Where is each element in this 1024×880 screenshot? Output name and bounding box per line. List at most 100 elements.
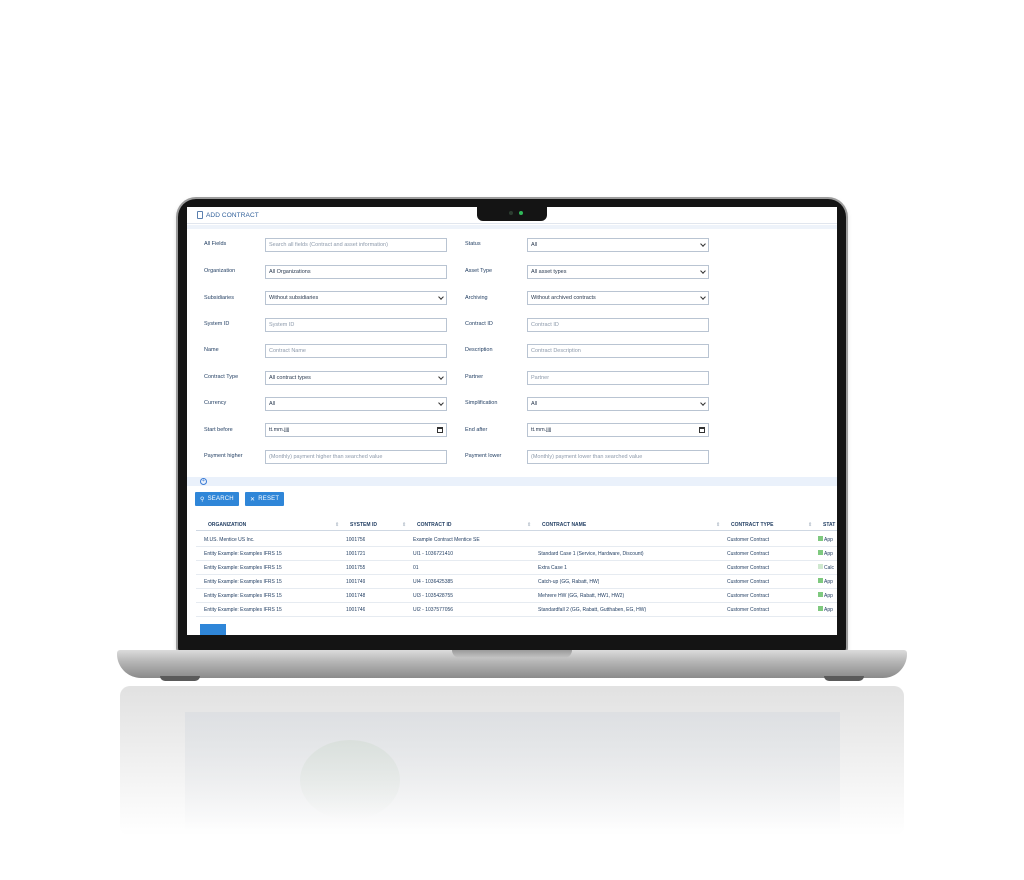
- chevron-down-icon: [700, 400, 706, 406]
- sort-icon[interactable]: ⇕: [808, 522, 812, 528]
- all-fields-label: All Fields: [204, 241, 227, 247]
- end-after-value: tt.mm.jjjj: [531, 427, 552, 433]
- chevron-down-icon: [700, 241, 706, 247]
- cell-system-id[interactable]: 1001749: [346, 579, 365, 585]
- cell-contract-name: Standard Case 1 (Service, Hardware, Disc…: [538, 551, 644, 557]
- sort-icon[interactable]: ⇕: [716, 522, 720, 528]
- start-before-label: Start before: [204, 427, 233, 433]
- camera-notch: [477, 207, 547, 221]
- search-button[interactable]: ⚲ SEARCH: [195, 492, 239, 506]
- page-size-selector[interactable]: [200, 624, 226, 635]
- status-select[interactable]: All: [527, 238, 709, 252]
- cell-contract-name: Catch-up (GG, Rabatt, HW): [538, 579, 600, 585]
- organization-label: Organization: [204, 268, 236, 274]
- start-before-date[interactable]: tt.mm.jjjj: [265, 423, 447, 437]
- name-input[interactable]: Contract Name: [265, 344, 447, 358]
- partner-placeholder: Partner: [531, 375, 550, 381]
- payment-lower-placeholder: (Monthly) payment lower than searched va…: [531, 454, 643, 460]
- camera-light-icon: [519, 211, 523, 215]
- asset-type-select[interactable]: All asset types: [527, 265, 709, 279]
- table-row[interactable]: Entity Example: Examples IFRS 15 1001746…: [196, 603, 837, 617]
- status-indicator: [818, 550, 823, 555]
- cell-contract-name: Extra Case 1: [538, 565, 567, 571]
- simplification-label: Simplification: [465, 400, 498, 406]
- description-input[interactable]: Contract Description: [527, 344, 709, 358]
- search-icon: ⚲: [200, 496, 205, 503]
- status-indicator: [818, 606, 823, 611]
- table-row[interactable]: Entity Example: Examples IFRS 15 1001755…: [196, 561, 837, 575]
- advanced-filter-bar: [187, 477, 837, 486]
- cell-organization: Entity Example: Examples IFRS 15: [204, 579, 282, 585]
- organization-select[interactable]: All Organizations: [265, 265, 447, 279]
- cell-contract-id: UI1 - 1036721410: [413, 551, 454, 557]
- cell-organization: Entity Example: Examples IFRS 15: [204, 551, 282, 557]
- calendar-icon[interactable]: [699, 427, 705, 433]
- screen-bezel-bottom: [187, 635, 837, 650]
- payment-lower-label: Payment lower: [465, 453, 502, 459]
- archiving-select[interactable]: Without archived contracts: [527, 291, 709, 305]
- system-id-input[interactable]: System ID: [265, 318, 447, 332]
- sort-icon[interactable]: ⇕: [402, 522, 406, 528]
- column-contract-name[interactable]: CONTRACT NAME: [542, 522, 586, 528]
- simplification-select[interactable]: All: [527, 397, 709, 411]
- column-contract-id[interactable]: CONTRACT ID: [417, 522, 451, 528]
- partner-input[interactable]: Partner: [527, 371, 709, 385]
- cell-status: App: [824, 551, 833, 557]
- reset-button[interactable]: ✕ RESET: [245, 492, 285, 506]
- contract-id-placeholder: Contract ID: [531, 322, 559, 328]
- currency-select[interactable]: All: [265, 397, 447, 411]
- end-after-date[interactable]: tt.mm.jjjj: [527, 423, 709, 437]
- name-placeholder: Contract Name: [269, 348, 306, 354]
- column-status[interactable]: STAT: [823, 522, 835, 528]
- sort-icon[interactable]: ⇕: [527, 522, 531, 528]
- cell-system-id[interactable]: 1001748: [346, 593, 365, 599]
- cell-status: App: [824, 593, 833, 599]
- cell-system-id[interactable]: 1001756: [346, 537, 365, 543]
- asset-type-label: Asset Type: [465, 268, 493, 274]
- cell-contract-id: UI4 - 1036425385: [413, 579, 454, 585]
- laptop-foot-right: [824, 676, 864, 681]
- payment-lower-input[interactable]: (Monthly) payment lower than searched va…: [527, 450, 709, 464]
- screen-reflection: [185, 712, 840, 832]
- cell-contract-type: Customer Contract: [727, 579, 769, 585]
- chevron-down-icon: [438, 374, 444, 380]
- column-system-id[interactable]: SYSTEM ID: [350, 522, 377, 528]
- table-row[interactable]: Entity Example: Examples IFRS 15 1001749…: [196, 575, 837, 589]
- description-label: Description: [465, 347, 493, 353]
- all-fields-input[interactable]: Search all fields (Contract and asset in…: [265, 238, 447, 252]
- table-row[interactable]: M.US. Mentice US Inc. 1001756 Example Co…: [196, 533, 837, 547]
- cell-contract-type: Customer Contract: [727, 551, 769, 557]
- subsidiaries-label: Subsidiaries: [204, 295, 234, 301]
- cell-contract-type: Customer Contract: [727, 565, 769, 571]
- header-divider: [187, 225, 837, 229]
- contract-type-select[interactable]: All contract types: [265, 371, 447, 385]
- cell-status: App: [824, 579, 833, 585]
- status-indicator: [818, 564, 823, 569]
- subsidiaries-select[interactable]: Without subsidiaries: [265, 291, 447, 305]
- sort-icon[interactable]: ⇕: [335, 522, 339, 528]
- expand-filters-icon[interactable]: +: [200, 478, 207, 485]
- results-table-header: ORGANIZATION ⇕ SYSTEM ID ⇕ CONTRACT ID ⇕…: [196, 518, 837, 531]
- cell-contract-type: Customer Contract: [727, 537, 769, 543]
- cell-system-id[interactable]: 1001721: [346, 551, 365, 557]
- cell-status: App: [824, 537, 833, 543]
- calendar-icon[interactable]: [437, 427, 443, 433]
- column-organization[interactable]: ORGANIZATION: [208, 522, 246, 528]
- payment-higher-input[interactable]: (Monthly) payment higher than searched v…: [265, 450, 447, 464]
- asset-type-value: All asset types: [531, 269, 567, 275]
- system-id-placeholder: System ID: [269, 322, 295, 328]
- table-row[interactable]: Entity Example: Examples IFRS 15 1001748…: [196, 589, 837, 603]
- contract-id-input[interactable]: Contract ID: [527, 318, 709, 332]
- cell-organization: Entity Example: Examples IFRS 15: [204, 565, 282, 571]
- partner-label: Partner: [465, 374, 484, 380]
- archiving-value: Without archived contracts: [531, 295, 596, 301]
- cell-system-id[interactable]: 1001746: [346, 607, 365, 613]
- column-contract-type[interactable]: CONTRACT TYPE: [731, 522, 774, 528]
- cell-contract-name: Standardfall 2 (GG, Rabatt, Gutthaben, E…: [538, 607, 647, 613]
- currency-label: Currency: [204, 400, 227, 406]
- cell-status: App: [824, 607, 833, 613]
- table-row[interactable]: Entity Example: Examples IFRS 15 1001721…: [196, 547, 837, 561]
- add-contract-link[interactable]: ADD CONTRACT: [206, 212, 259, 219]
- cell-system-id[interactable]: 1001755: [346, 565, 365, 571]
- contract-type-value: All contract types: [269, 375, 311, 381]
